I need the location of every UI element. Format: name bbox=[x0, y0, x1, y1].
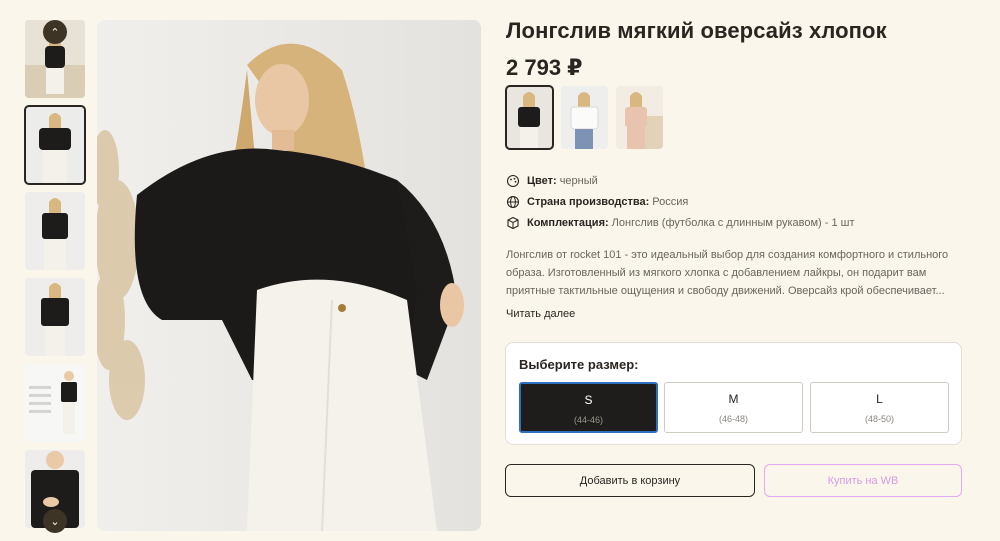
size-option-m[interactable]: M (46-48) bbox=[664, 382, 803, 433]
globe-icon bbox=[506, 195, 520, 209]
gallery-next-button[interactable]: ⌄ bbox=[43, 509, 67, 533]
thumbnail-column bbox=[24, 20, 86, 531]
thumbnail-4[interactable] bbox=[25, 278, 85, 356]
add-to-cart-button[interactable]: Добавить в корзину bbox=[505, 464, 755, 497]
color-option-black[interactable] bbox=[505, 85, 554, 150]
thumbnail-5[interactable] bbox=[25, 364, 85, 442]
size-option-l[interactable]: L (48-50) bbox=[810, 382, 949, 433]
color-options bbox=[505, 85, 663, 150]
product-price: 2 793 ₽ bbox=[506, 55, 583, 80]
product-properties: Цвет: черный Страна производства: Россия… bbox=[506, 170, 855, 233]
box-icon bbox=[506, 216, 520, 230]
chevron-up-icon: ⌃ bbox=[50, 26, 60, 39]
gallery-prev-button[interactable]: ⌃ bbox=[43, 20, 67, 44]
product-description: Лонгслив от rocket 101 - это идеальный в… bbox=[506, 249, 949, 297]
thumbnail-2[interactable] bbox=[24, 105, 86, 185]
property-color: Цвет: черный bbox=[506, 170, 855, 191]
product-info: Лонгслив мягкий оверсайз хлопок 2 793 ₽ bbox=[506, 18, 966, 81]
property-package: Комплектация: Лонгслив (футболка с длинн… bbox=[506, 212, 855, 233]
product-title: Лонгслив мягкий оверсайз хлопок bbox=[506, 18, 887, 43]
color-option-beige[interactable] bbox=[616, 86, 663, 149]
size-selector-title: Выберите размер: bbox=[519, 357, 639, 372]
color-option-white[interactable] bbox=[561, 86, 608, 149]
main-product-image[interactable] bbox=[97, 20, 481, 531]
size-selector: Выберите размер: S (44-46) M (46-48) L (… bbox=[505, 342, 962, 445]
property-country: Страна производства: Россия bbox=[506, 191, 855, 212]
buy-on-wb-button[interactable]: Купить на WB bbox=[764, 464, 962, 497]
size-option-s[interactable]: S (44-46) bbox=[519, 382, 658, 433]
palette-icon bbox=[506, 174, 520, 188]
chevron-down-icon: ⌄ bbox=[50, 515, 60, 528]
thumbnail-3[interactable] bbox=[25, 192, 85, 270]
read-more-link[interactable]: Читать далее bbox=[506, 308, 575, 320]
